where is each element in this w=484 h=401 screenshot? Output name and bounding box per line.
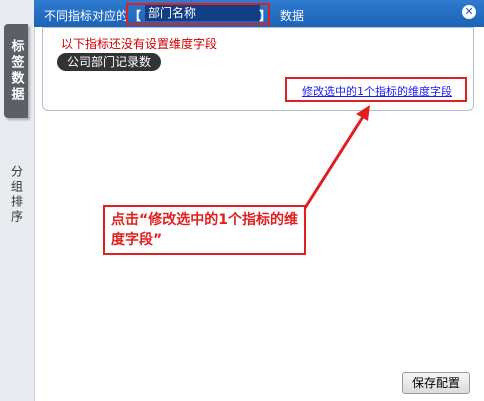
annotation-arrow (303, 105, 370, 209)
instruction-callout: 点击“修改选中的1个指标的维度字段” (103, 205, 306, 255)
arrow-line (303, 111, 368, 209)
save-config-button[interactable]: 保存配置 (402, 372, 470, 394)
